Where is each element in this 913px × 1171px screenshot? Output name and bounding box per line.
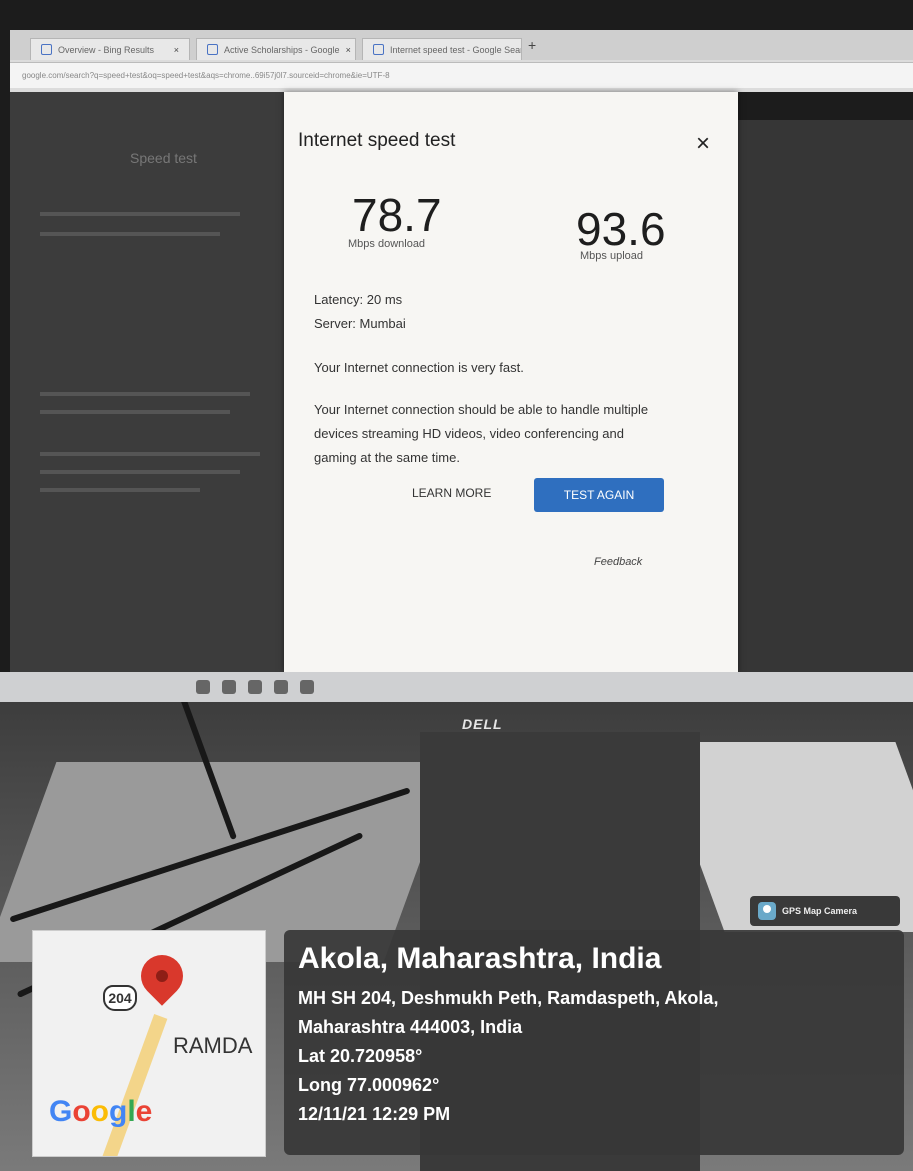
google-logo: Google [49, 1095, 153, 1128]
download-speed-label: Mbps download [348, 238, 426, 250]
address-bar[interactable]: google.com/search?q=speed+test&oq=speed+… [10, 62, 913, 88]
text-line [40, 488, 200, 492]
tab-favicon-icon [207, 44, 218, 55]
taskbar-app-icon[interactable] [222, 680, 236, 694]
map-place-label: RAMDA [173, 1033, 253, 1058]
feedback-link[interactable]: Feedback [594, 556, 642, 568]
browser-tab-2[interactable]: Active Scholarships - Google × [196, 38, 356, 60]
test-again-button[interactable]: TEST AGAIN [534, 478, 664, 512]
upload-speed-value: 93.6 [576, 203, 666, 255]
speed-test-dialog: Internet speed test × 78.7 Mbps download… [284, 92, 738, 672]
taskbar-app-icon[interactable] [274, 680, 288, 694]
taskbar-app-icon[interactable] [300, 680, 314, 694]
address-line-2: Maharashtra 444003, India [298, 1017, 523, 1037]
connection-summary: Your Internet connection is very fast. [314, 360, 524, 375]
tab-favicon-icon [373, 44, 384, 55]
dialog-title: Internet speed test [298, 130, 456, 151]
tab-label: Overview - Bing Results [58, 44, 155, 55]
download-speed-value: 78.7 [352, 189, 442, 241]
browser-tab-3[interactable]: Internet speed test - Google Sear × [362, 38, 522, 60]
taskbar [0, 672, 913, 702]
gps-map-camera-badge: GPS Map Camera [750, 896, 900, 926]
gps-location-panel: Akola, Maharashtra, India MH SH 204, Des… [284, 930, 904, 1155]
latency-text: Latency: 20 ms [314, 292, 403, 307]
tab-label: Internet speed test - Google Sear [390, 44, 522, 55]
text-line [40, 452, 260, 456]
gps-app-label: GPS Map Camera [782, 906, 858, 916]
map-thumbnail: 204 RAMDA Google [32, 930, 266, 1157]
upload-speed-label: Mbps upload [580, 250, 643, 262]
camera-pin-icon [758, 902, 776, 920]
text-line [40, 212, 240, 216]
longitude-text: Long 77.000962° [298, 1075, 440, 1095]
address-line-1: MH SH 204, Deshmukh Peth, Ramdaspeth, Ak… [298, 988, 719, 1008]
browser-tab-1[interactable]: Overview - Bing Results × [30, 38, 190, 60]
monitor-brand-logo: DELL [462, 716, 503, 732]
taskbar-app-icon[interactable] [196, 680, 210, 694]
page-heading: Speed test [130, 150, 197, 166]
tab-label: Active Scholarships - Google [224, 44, 340, 55]
taskbar-app-icon[interactable] [248, 680, 262, 694]
latitude-text: Lat 20.720958° [298, 1046, 423, 1066]
close-tab-icon[interactable]: × [346, 45, 351, 55]
monitor-screen: Overview - Bing Results × Active Scholar… [0, 0, 913, 705]
learn-more-link[interactable]: LEARN MORE [412, 486, 491, 500]
text-line [40, 410, 230, 414]
map-pin-icon [132, 946, 192, 1006]
close-icon[interactable]: × [696, 132, 710, 156]
server-text: Server: Mumbai [314, 316, 406, 331]
map-road [92, 1014, 168, 1156]
browser-chrome: Overview - Bing Results × Active Scholar… [10, 30, 913, 92]
datetime-text: 12/11/21 12:29 PM [298, 1104, 451, 1124]
connection-detail: Your Internet connection should be able … [314, 402, 649, 465]
page-background-left: Speed test [10, 92, 298, 672]
location-city: Akola, Maharashtra, India [298, 942, 662, 975]
text-line [40, 470, 240, 474]
road-number-badge: 204 [103, 985, 137, 1011]
close-tab-icon[interactable]: × [174, 45, 179, 55]
text-line [40, 232, 220, 236]
tab-strip: Overview - Bing Results × Active Scholar… [10, 30, 913, 60]
new-tab-button[interactable]: + [528, 37, 536, 53]
tab-favicon-icon [41, 44, 52, 55]
text-line [40, 392, 250, 396]
